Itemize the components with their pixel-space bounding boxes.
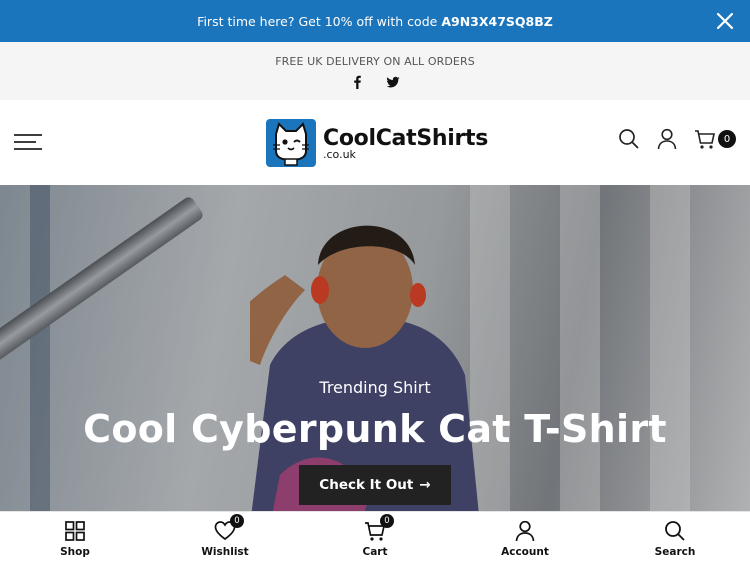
nav-label-shop: Shop: [60, 546, 90, 558]
logo-name: CoolCatShirts: [323, 125, 489, 151]
nav-label-account: Account: [501, 546, 549, 558]
nav-item-search[interactable]: Search: [600, 512, 750, 563]
account-icon: [515, 520, 535, 542]
hero-overlay: [0, 185, 750, 511]
cart-count-badge: 0: [380, 514, 394, 528]
site-header: CoolCatShirts .co.uk 0: [0, 100, 750, 185]
top-info-bar: FREE UK DELIVERY ON ALL ORDERS: [0, 42, 750, 100]
nav-item-shop[interactable]: Shop: [0, 512, 150, 563]
nav-label-cart: Cart: [362, 546, 388, 558]
bottom-navigation: Shop 0 Wishlist 0 Cart Account Search: [0, 511, 750, 563]
delivery-notice: FREE UK DELIVERY ON ALL ORDERS: [275, 55, 475, 68]
hamburger-menu-icon[interactable]: [14, 132, 42, 152]
nav-label-search: Search: [654, 546, 696, 558]
nav-label-wishlist: Wishlist: [201, 546, 249, 558]
promo-code: A9N3X47SQ8BZ: [441, 13, 553, 29]
promo-text: First time here? Get 10% off with code: [197, 13, 438, 29]
hero-title: Cool Cyberpunk Cat T-Shirt: [83, 407, 667, 451]
nav-item-account[interactable]: Account: [450, 512, 600, 563]
header-cart[interactable]: 0: [694, 128, 736, 150]
social-links: [0, 74, 750, 89]
header-actions: 0: [618, 128, 736, 150]
cart-count-badge: 0: [718, 130, 736, 148]
nav-item-cart[interactable]: 0 Cart: [300, 512, 450, 563]
promo-bar: First time here? Get 10% off with code A…: [0, 0, 750, 42]
check-it-out-button[interactable]: Check It Out →: [299, 465, 451, 505]
facebook-icon[interactable]: [350, 74, 364, 89]
search-icon: [665, 521, 685, 541]
cart-icon[interactable]: [694, 128, 716, 150]
cta-label: Check It Out: [319, 477, 414, 493]
twitter-icon[interactable]: [386, 74, 400, 88]
nav-item-wishlist[interactable]: 0 Wishlist: [150, 512, 300, 563]
search-icon[interactable]: [618, 128, 640, 150]
wishlist-count-badge: 0: [230, 514, 244, 528]
hero-eyebrow: Trending Shirt: [319, 378, 431, 397]
account-icon[interactable]: [656, 128, 678, 150]
grid-icon: [65, 521, 85, 541]
site-logo[interactable]: CoolCatShirts .co.uk: [265, 118, 488, 168]
close-icon[interactable]: [714, 10, 736, 32]
hero-banner: Trending Shirt Cool Cyberpunk Cat T-Shir…: [0, 185, 750, 511]
cat-logo-icon: [266, 119, 316, 167]
arrow-right-icon: →: [419, 477, 431, 493]
